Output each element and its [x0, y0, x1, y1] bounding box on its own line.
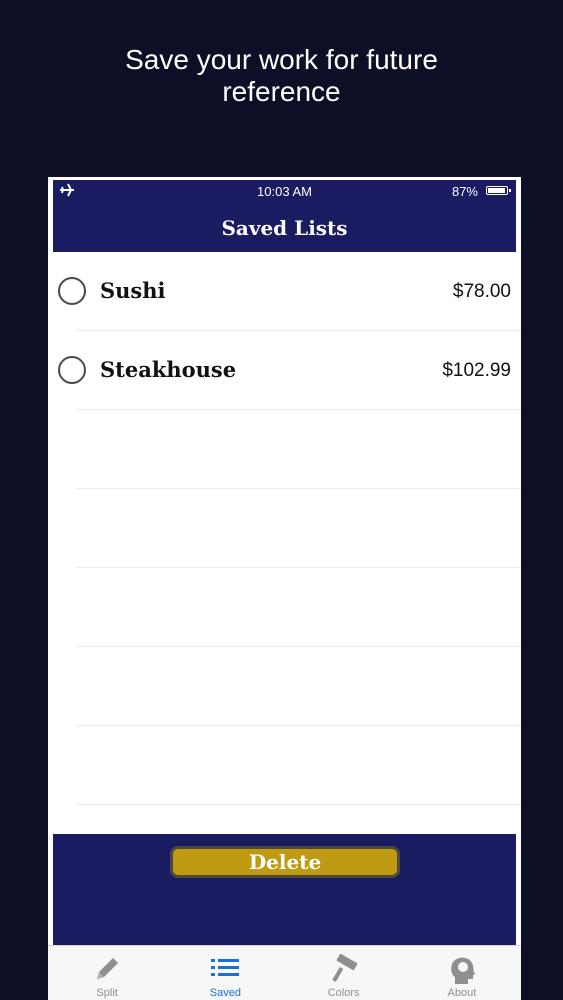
tab-label: Split	[96, 987, 118, 999]
tab-about[interactable]: About	[403, 946, 521, 1000]
list-item-price: $102.99	[442, 360, 511, 381]
tab-label: Colors	[327, 987, 360, 999]
checkbox-circle-icon[interactable]	[58, 356, 86, 384]
battery-icon	[486, 186, 511, 195]
status-time: 10:03 AM	[257, 184, 312, 199]
tab-colors[interactable]: Colors	[285, 946, 403, 1000]
paint-roller-icon	[331, 954, 357, 982]
list-item[interactable]: Steakhouse $102.99	[58, 331, 521, 410]
tab-split[interactable]: Split	[48, 946, 166, 1000]
delete-button[interactable]: Delete	[170, 846, 400, 878]
phone-screen: 10:03 AM 87% Saved Lists Sushi $78.00 St…	[48, 177, 521, 1000]
action-panel: Delete	[53, 834, 516, 945]
empty-row	[76, 489, 521, 568]
head-icon	[451, 957, 475, 984]
promo-line-2: reference	[222, 76, 341, 107]
list-item-name: Sushi	[100, 278, 166, 303]
checkbox-circle-icon[interactable]	[58, 277, 86, 305]
list-item-name: Steakhouse	[100, 357, 237, 382]
promo-caption: Save your work for future reference	[0, 44, 563, 108]
saved-lists: Sushi $78.00 Steakhouse $102.99	[48, 252, 521, 805]
empty-row	[76, 647, 521, 726]
page-title: Saved Lists	[221, 216, 348, 240]
nav-header: 10:03 AM 87% Saved Lists	[53, 180, 516, 252]
empty-row	[76, 726, 521, 805]
tab-bar: Split Saved Colors About	[48, 945, 521, 1000]
promo-line-1: Save your work for future	[125, 44, 438, 75]
battery-percent: 87%	[451, 184, 478, 199]
tab-label: Saved	[209, 987, 241, 999]
list-item[interactable]: Sushi $78.00	[58, 252, 521, 331]
list-icon	[211, 959, 240, 976]
empty-row	[76, 568, 521, 647]
pencil-icon	[97, 958, 119, 979]
empty-row	[76, 410, 521, 489]
status-bar: 10:03 AM 87%	[53, 180, 516, 202]
list-item-price: $78.00	[452, 281, 511, 302]
tab-saved[interactable]: Saved	[166, 946, 284, 1000]
tab-label: About	[447, 987, 477, 999]
